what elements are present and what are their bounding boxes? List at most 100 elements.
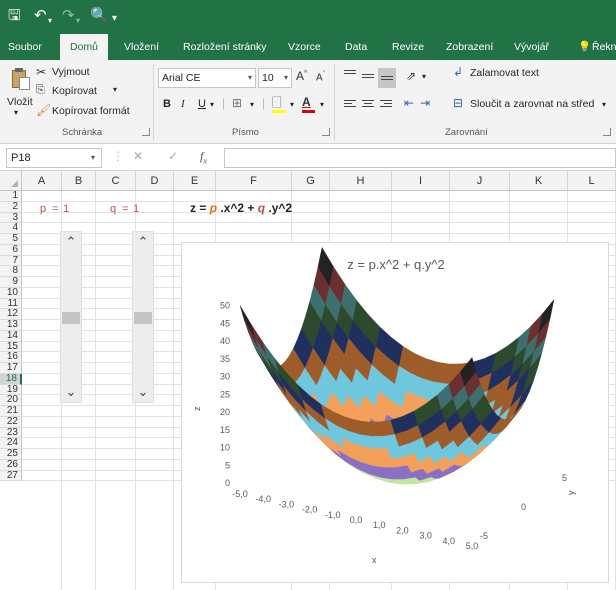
select-all-corner[interactable] xyxy=(0,171,22,191)
tab-developer[interactable]: Vývojář xyxy=(514,34,549,60)
column-header-h[interactable]: H xyxy=(330,171,392,191)
column-header-j[interactable]: J xyxy=(450,171,510,191)
customize-toolbar-icon[interactable]: ▾ xyxy=(112,10,117,28)
copy-button[interactable]: Kopírovat xyxy=(52,85,97,97)
decrease-indent-icon[interactable]: ⇤ xyxy=(404,96,414,110)
wrap-text-button[interactable]: Zalamovat text xyxy=(470,67,539,79)
column-header-g[interactable]: G xyxy=(292,171,330,191)
row-header-27[interactable]: 27 xyxy=(0,470,22,482)
clipboard-launcher-icon[interactable] xyxy=(142,128,150,136)
align-right-icon[interactable] xyxy=(380,100,392,110)
tab-view[interactable]: Zobrazení xyxy=(446,34,493,60)
underline-dropdown-icon[interactable]: ▾ xyxy=(210,100,214,109)
q-scrollbar[interactable]: ⌃ ⌄ xyxy=(132,231,154,403)
q-value-cell[interactable]: 1 xyxy=(133,204,139,215)
q-label-cell[interactable]: q xyxy=(110,204,116,215)
tell-me-icon[interactable]: 💡 xyxy=(578,34,591,60)
increase-indent-icon[interactable]: ⇥ xyxy=(420,96,430,110)
row-header-18[interactable]: 18 xyxy=(0,373,22,385)
column-header-e[interactable]: E xyxy=(174,171,216,191)
column-header-d[interactable]: D xyxy=(136,171,174,191)
column-header-a[interactable]: A xyxy=(22,171,62,191)
font-color-dropdown-icon[interactable]: ▾ xyxy=(320,100,324,109)
fill-color-dropdown-icon[interactable]: ▾ xyxy=(290,100,294,109)
name-box[interactable]: P18 ▾ xyxy=(6,148,102,168)
merge-dropdown-icon[interactable]: ▾ xyxy=(602,100,606,109)
row-header-2[interactable]: 2 xyxy=(0,201,22,213)
column-header-i[interactable]: I xyxy=(392,171,450,191)
redo-dropdown-icon[interactable]: ▾ xyxy=(76,12,80,30)
column-header-f[interactable]: F xyxy=(216,171,292,191)
tab-formulas[interactable]: Vzorce xyxy=(288,34,321,60)
tab-insert[interactable]: Vložení xyxy=(124,34,159,60)
font-color-icon[interactable]: A xyxy=(302,95,311,109)
format-painter-icon[interactable]: 🖌 xyxy=(36,103,51,117)
cut-icon[interactable]: ✂ xyxy=(36,65,46,79)
cancel-icon[interactable]: ✕ xyxy=(133,149,143,163)
align-center-icon[interactable] xyxy=(362,100,374,110)
italic-button[interactable]: I xyxy=(181,98,185,110)
row-header-22[interactable]: 22 xyxy=(0,416,22,428)
row-header-8[interactable]: 8 xyxy=(0,265,22,277)
chevron-up-icon[interactable]: ⌃ xyxy=(133,234,153,250)
p-label-cell[interactable]: p xyxy=(40,204,46,215)
row-header-10[interactable]: 10 xyxy=(0,287,22,299)
enter-icon[interactable]: ✓ xyxy=(168,149,178,163)
insert-function-icon[interactable]: fx xyxy=(200,149,207,165)
chevron-down-icon[interactable]: ⌄ xyxy=(61,384,81,400)
align-middle-icon[interactable] xyxy=(362,74,374,84)
row-header-4[interactable]: 4 xyxy=(0,222,22,234)
chevron-up-icon[interactable]: ⌃ xyxy=(61,234,81,250)
orientation-dropdown-icon[interactable]: ▾ xyxy=(422,72,426,81)
cut-button[interactable]: Vyjmout xyxy=(52,66,90,78)
surface-chart[interactable]: z = p.x^2 + q.y^2 0 5 10 15 20 25 30 35 40 45 50 -… xyxy=(181,242,609,583)
align-left-icon[interactable] xyxy=(344,100,356,110)
row-header-3[interactable]: 3 xyxy=(0,212,22,224)
p-scrollbar[interactable]: ⌃ ⌄ xyxy=(60,231,82,403)
alignment-launcher-icon[interactable] xyxy=(603,128,611,136)
tab-page-layout[interactable]: Rozložení stránky xyxy=(183,34,266,60)
orientation-icon[interactable]: ⇗ xyxy=(406,69,416,83)
q-scrollbar-thumb[interactable] xyxy=(134,312,152,324)
copy-dropdown-icon[interactable]: ▾ xyxy=(113,85,117,94)
tab-tell-me[interactable]: Řekn xyxy=(592,34,616,60)
redo-icon[interactable]: ↷ xyxy=(62,7,75,25)
row-header-5[interactable]: 5 xyxy=(0,233,22,245)
tab-review[interactable]: Revize xyxy=(392,34,424,60)
tab-data[interactable]: Data xyxy=(345,34,367,60)
drag-handle-icon[interactable]: ⋮ xyxy=(112,149,124,163)
chevron-down-icon[interactable]: ⌄ xyxy=(133,384,153,400)
print-preview-icon[interactable]: 🔍 xyxy=(90,7,109,25)
undo-icon[interactable]: ↶ xyxy=(34,7,47,25)
borders-icon[interactable]: ⊞ xyxy=(232,96,242,110)
row-header-6[interactable]: 6 xyxy=(0,244,22,256)
font-launcher-icon[interactable] xyxy=(322,128,330,136)
column-header-b[interactable]: B xyxy=(62,171,96,191)
paste-button[interactable]: Vložit xyxy=(7,96,33,108)
row-header-1[interactable]: 1 xyxy=(0,190,22,202)
formula-input[interactable] xyxy=(224,148,616,168)
row-header-7[interactable]: 7 xyxy=(0,255,22,267)
column-header-k[interactable]: K xyxy=(510,171,568,191)
decrease-font-icon[interactable]: Aˇ xyxy=(316,71,325,83)
merge-center-button[interactable]: Sloučit a zarovnat na střed xyxy=(470,98,594,110)
column-header-c[interactable]: C xyxy=(96,171,136,191)
row-header-14[interactable]: 14 xyxy=(0,330,22,342)
paste-icon[interactable] xyxy=(10,68,30,90)
font-name-select[interactable]: Arial CE ▾ xyxy=(158,68,256,88)
increase-font-icon[interactable]: A^ xyxy=(296,69,307,83)
undo-dropdown-icon[interactable]: ▾ xyxy=(48,12,52,30)
align-bottom-icon[interactable] xyxy=(378,68,396,88)
row-header-26[interactable]: 26 xyxy=(0,459,22,471)
tab-home[interactable]: Domů xyxy=(60,34,109,60)
format-painter-button[interactable]: Kopírovat formát xyxy=(52,105,130,117)
copy-icon[interactable]: ⎘ xyxy=(36,84,45,97)
paste-dropdown-icon[interactable]: ▾ xyxy=(14,108,18,117)
font-size-select[interactable]: 10 ▾ xyxy=(258,68,292,88)
merge-center-icon[interactable]: ⊟ xyxy=(453,96,463,110)
underline-button[interactable]: U xyxy=(198,98,206,110)
align-top-icon[interactable] xyxy=(344,70,356,80)
wrap-text-icon[interactable]: ↲ xyxy=(453,65,463,79)
column-header-l[interactable]: L xyxy=(568,171,616,191)
bold-button[interactable]: B xyxy=(163,98,171,110)
